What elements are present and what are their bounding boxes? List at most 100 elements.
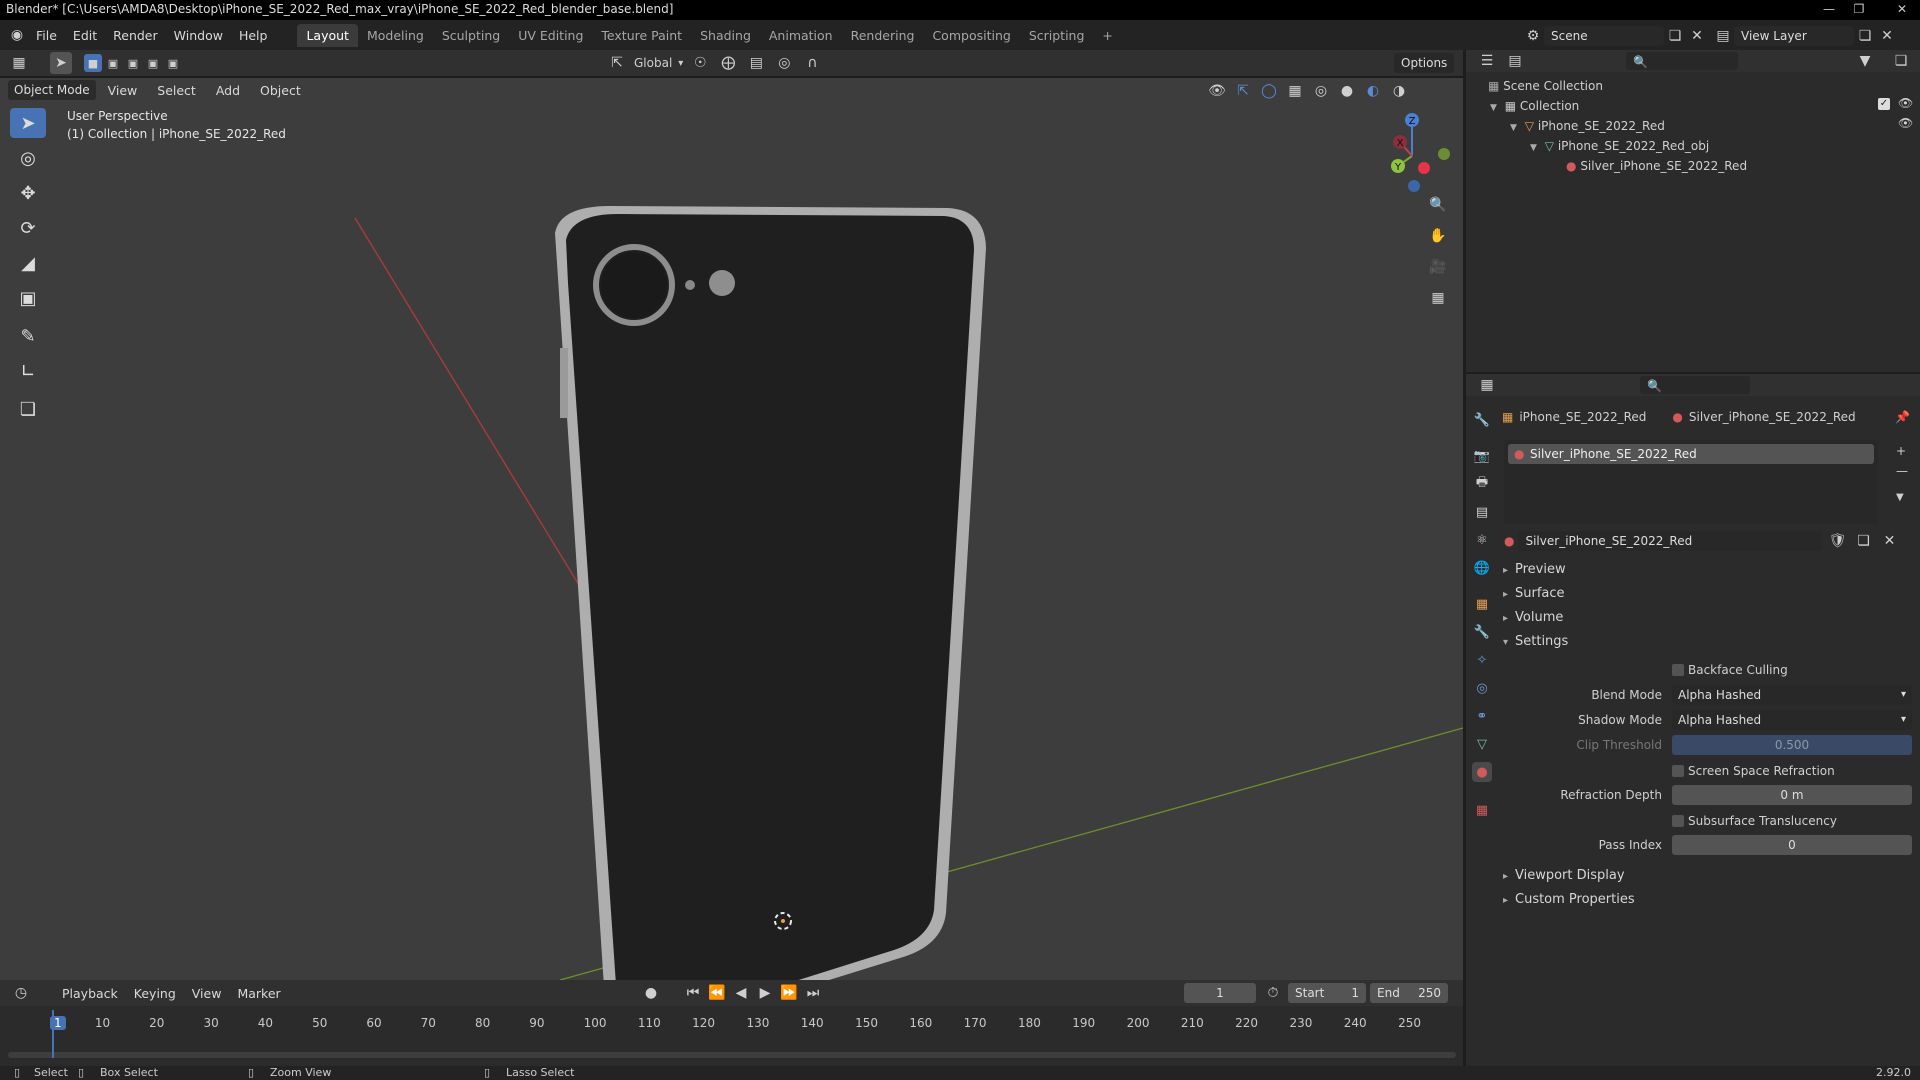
viewport-menu-view[interactable]: View [100, 83, 146, 98]
expand-arrow-icon[interactable]: ▼ [1510, 123, 1517, 133]
select-mode-extend-icon[interactable]: ▣ [104, 54, 122, 72]
properties-search-input[interactable]: 🔍 [1640, 376, 1750, 394]
zoom-icon[interactable]: 🔍 [1427, 194, 1449, 216]
play-reverse-icon[interactable]: ◀ [730, 982, 752, 1004]
3d-viewport[interactable]: Object Mode View Select Add Object 👁 ⇱ ◯… [0, 78, 1463, 980]
falloff-icon[interactable]: ∩ [801, 52, 823, 74]
section-viewport-display[interactable]: ▸ Viewport Display [1503, 868, 1625, 883]
stopwatch-icon[interactable]: ⏱ [1262, 982, 1284, 1004]
transform-tool-icon[interactable]: ▣ [10, 283, 46, 313]
pin-icon[interactable]: 📌 [1895, 410, 1910, 424]
data-tab-icon[interactable]: ▽ [1472, 734, 1492, 754]
section-surface[interactable]: ▸ Surface [1503, 586, 1565, 601]
tab-compositing[interactable]: Compositing [923, 24, 1019, 47]
maximize-icon[interactable]: ❐ [1846, 0, 1872, 20]
modifier-tab-icon[interactable]: 🔧 [1472, 622, 1492, 642]
new-collection-icon[interactable]: ❏ [1890, 50, 1912, 72]
material-slot-item[interactable]: ● Silver_iPhone_SE_2022_Red [1508, 444, 1874, 464]
tab-shading[interactable]: Shading [691, 24, 760, 47]
duplicate-material-icon[interactable]: ❏ [1852, 530, 1874, 552]
camera-view-icon[interactable]: 🎥 [1427, 256, 1449, 278]
material-name-field[interactable]: Silver_iPhone_SE_2022_Red [1518, 531, 1823, 551]
delete-view-layer-icon[interactable]: ✕ [1876, 25, 1898, 47]
new-scene-icon[interactable]: ❏ [1664, 25, 1686, 47]
timeline-menu-playback[interactable]: Playback [54, 986, 126, 1001]
view-layer-tab-icon[interactable]: ▤ [1472, 502, 1492, 522]
material-tab-icon[interactable]: ● [1472, 762, 1492, 782]
backface-culling-checkbox[interactable] [1672, 664, 1684, 676]
outliner-editor-type-icon[interactable]: ☰ [1476, 50, 1498, 72]
outliner-item-iphone[interactable]: ▼ ▽ iPhone_SE_2022_Red [1510, 116, 1665, 136]
options-button[interactable]: Options [1394, 53, 1455, 73]
outliner-item-collection[interactable]: ▼ ▦ Collection [1490, 96, 1579, 116]
next-keyframe-icon[interactable]: ⏩ [778, 982, 800, 1004]
expand-arrow-icon[interactable]: ▼ [1530, 143, 1537, 153]
material-slot-list[interactable]: ● Silver_iPhone_SE_2022_Red [1504, 440, 1878, 524]
eye-icon[interactable]: 👁 [1898, 96, 1913, 110]
viewport-menu-add[interactable]: Add [208, 83, 248, 98]
snap-increment-icon[interactable]: ▤ [745, 52, 767, 74]
blender-logo-icon[interactable]: ◉ [6, 24, 28, 46]
prev-keyframe-icon[interactable]: ⏪ [706, 982, 728, 1004]
eye-icon[interactable]: 👁 [1898, 116, 1913, 130]
clip-threshold-slider[interactable]: 0.500 [1672, 735, 1912, 755]
viewport-menu-object[interactable]: Object [252, 83, 309, 98]
timeline-menu-keying[interactable]: Keying [126, 986, 184, 1001]
select-box-tool-icon[interactable]: ➤ [10, 108, 46, 138]
perspective-toggle-icon[interactable]: ▦ [1427, 287, 1449, 309]
select-mode-intersect-icon[interactable]: ▣ [164, 54, 182, 72]
proportional-edit-icon[interactable]: ◎ [773, 52, 795, 74]
display-mode-icon[interactable]: ▤ [1504, 50, 1526, 72]
constraints-tab-icon[interactable]: ⚭ [1472, 706, 1492, 726]
navigation-gizmo[interactable]: Z Y X [1362, 106, 1454, 198]
object-mode-dropdown[interactable]: Object Mode [8, 80, 96, 100]
timeline-menu-view[interactable]: View [184, 986, 230, 1001]
timeline-editor-type-icon[interactable]: ◷ [10, 982, 32, 1004]
move-tool-icon[interactable]: ✥ [10, 178, 46, 208]
add-workspace-button[interactable]: + [1093, 24, 1121, 47]
jump-end-icon[interactable]: ⏭ [802, 982, 824, 1004]
record-icon[interactable]: ● [640, 982, 662, 1004]
remove-slot-icon[interactable]: — [1896, 464, 1908, 478]
tab-rendering[interactable]: Rendering [842, 24, 924, 47]
section-custom-properties[interactable]: ▸ Custom Properties [1503, 892, 1635, 907]
subsurface-translucency-checkbox[interactable] [1672, 815, 1684, 827]
outliner-item-mesh[interactable]: ▼ ▽ iPhone_SE_2022_Red_obj [1530, 136, 1709, 156]
delete-scene-icon[interactable]: ✕ [1686, 25, 1708, 47]
screen-space-refraction-checkbox[interactable] [1672, 765, 1684, 777]
editor-type-icon[interactable]: ▦ [8, 52, 30, 74]
overlay-icon[interactable]: ◯ [1258, 80, 1280, 102]
add-slot-icon[interactable]: + [1896, 444, 1906, 458]
texture-tab-icon[interactable]: ▦ [1472, 800, 1492, 820]
material-browse-icon[interactable]: ● [1504, 534, 1514, 548]
tab-animation[interactable]: Animation [760, 24, 842, 47]
scene-tab-icon[interactable]: ⚛ [1472, 530, 1492, 550]
jump-start-icon[interactable]: ⏮ [682, 982, 704, 1004]
menu-help[interactable]: Help [231, 28, 276, 43]
scene-selector[interactable]: Scene [1544, 26, 1664, 46]
timeline-menu-marker[interactable]: Marker [229, 986, 288, 1001]
view-layer-selector[interactable]: View Layer [1734, 26, 1854, 46]
annotate-tool-icon[interactable]: ✎ [10, 321, 46, 351]
view-layer-icon[interactable]: ▤ [1712, 25, 1734, 47]
current-frame-field[interactable]: 1 [1184, 983, 1256, 1003]
properties-editor-type-icon[interactable]: ▦ [1476, 374, 1498, 396]
tab-modeling[interactable]: Modeling [358, 24, 433, 47]
outliner-filter-icon[interactable]: ▼ [1854, 50, 1876, 72]
tab-texture-paint[interactable]: Texture Paint [592, 24, 691, 47]
tab-uv-editing[interactable]: UV Editing [509, 24, 592, 47]
end-frame-field[interactable]: End 250 [1370, 983, 1448, 1003]
select-mode-difference-icon[interactable]: ▣ [144, 54, 162, 72]
rendered-shading-icon[interactable]: ◑ [1388, 80, 1410, 102]
add-cube-tool-icon[interactable]: ❏ [10, 394, 46, 424]
object-tab-icon[interactable]: ▦ [1472, 594, 1492, 614]
render-tab-icon[interactable]: 📷 [1472, 446, 1492, 466]
fake-user-icon[interactable]: 🛡 [1826, 530, 1848, 552]
tab-scripting[interactable]: Scripting [1020, 24, 1094, 47]
world-tab-icon[interactable]: 🌐 [1472, 558, 1492, 578]
physics-tab-icon[interactable]: ◎ [1472, 678, 1492, 698]
select-mode-subtract-icon[interactable]: ▣ [124, 54, 142, 72]
select-tool-icon[interactable]: ➤ [50, 52, 72, 74]
output-tab-icon[interactable]: 🖶 [1472, 474, 1492, 494]
start-frame-field[interactable]: Start 1 [1288, 983, 1366, 1003]
